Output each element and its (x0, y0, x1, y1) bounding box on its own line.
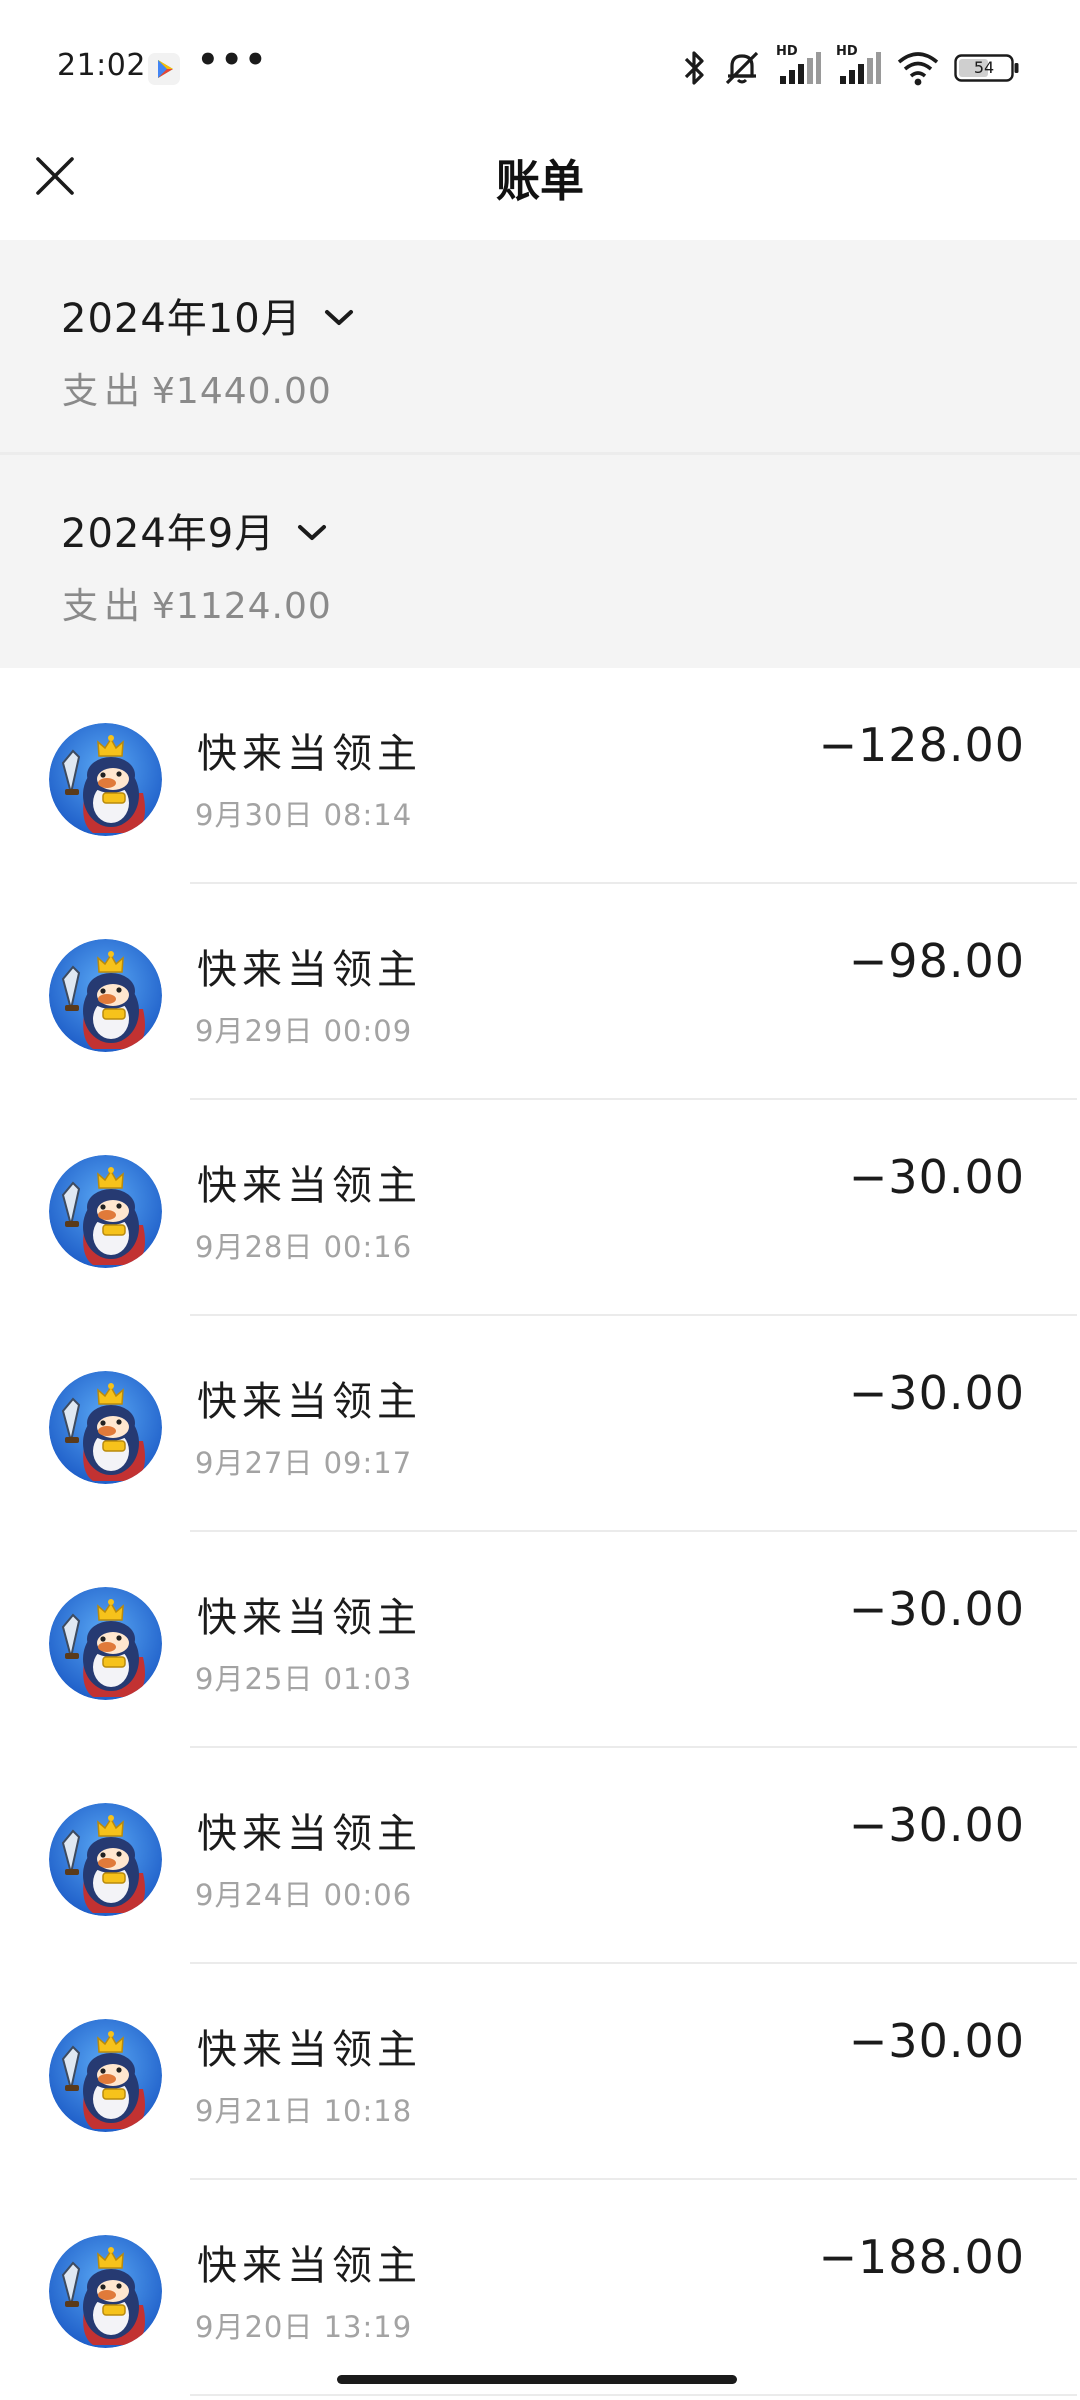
chevron-down-icon (324, 310, 353, 325)
transaction-time: 9月20日 13:19 (195, 2310, 413, 2344)
month-title: 2024年10月 (61, 296, 302, 342)
transaction-time: 9月21日 10:18 (195, 2094, 413, 2128)
status-icons: HD HD 54 (680, 44, 1020, 88)
page-header: 账单 (0, 135, 1080, 240)
game-avatar-icon (49, 1803, 162, 1916)
merchant-name: 快来当领主 (197, 731, 422, 777)
month-expense: 支出 ¥1440.00 (62, 362, 332, 414)
transaction-list: 快来当领主 9月30日 08:14 −128.00 快来当领主 9月29日 00… (0, 668, 1080, 2396)
expense-label: 支出 (62, 586, 147, 627)
month-selector[interactable]: 2024年9月 (61, 501, 327, 559)
month-summary-sep[interactable]: 2024年9月 支出 ¥1124.00 (0, 455, 1080, 668)
merchant-name: 快来当领主 (197, 947, 422, 993)
home-indicator[interactable] (337, 2375, 737, 2384)
transaction-amount: −30.00 (848, 1150, 1025, 1204)
merchant-name: 快来当领主 (197, 1595, 422, 1641)
transaction-amount: −30.00 (848, 1798, 1025, 1852)
transaction-time: 9月29日 00:09 (195, 1014, 413, 1048)
merchant-name: 快来当领主 (197, 1379, 422, 1425)
transaction-row[interactable]: 快来当领主 9月30日 08:14 −128.00 (0, 668, 1080, 884)
more-notifications-icon: ••• (197, 40, 269, 80)
transaction-amount: −30.00 (848, 1366, 1025, 1420)
play-store-icon (147, 52, 181, 86)
merchant-name: 快来当领主 (197, 2027, 422, 2073)
transaction-time: 9月25日 01:03 (195, 1662, 413, 1696)
bluetooth-icon (680, 49, 708, 87)
status-time: 21:02 (57, 48, 146, 83)
transaction-time: 9月24日 00:06 (195, 1878, 413, 1912)
row-divider (190, 2394, 1077, 2396)
merchant-name: 快来当领主 (197, 1811, 422, 1857)
transaction-amount: −98.00 (848, 934, 1025, 988)
game-avatar-icon (49, 723, 162, 836)
game-avatar-icon (49, 939, 162, 1052)
transaction-row[interactable]: 快来当领主 9月28日 00:16 −30.00 (0, 1100, 1080, 1316)
transaction-row[interactable]: 快来当领主 9月24日 00:06 −30.00 (0, 1748, 1080, 1964)
transaction-time: 9月30日 08:14 (195, 798, 413, 832)
signal-hd-2-icon: HD (836, 44, 882, 88)
month-summary-oct[interactable]: 2024年10月 支出 ¥1440.00 (0, 240, 1080, 453)
transaction-time: 9月27日 09:17 (195, 1446, 413, 1480)
game-avatar-icon (49, 2235, 162, 2348)
transaction-row[interactable]: 快来当领主 9月25日 01:03 −30.00 (0, 1532, 1080, 1748)
status-bar: 21:02 ••• HD HD 54 (0, 0, 1080, 135)
battery-icon: 54 (954, 54, 1020, 82)
transaction-row[interactable]: 快来当领主 9月27日 09:17 −30.00 (0, 1316, 1080, 1532)
battery-level: 54 (973, 58, 995, 77)
merchant-name: 快来当领主 (197, 2243, 422, 2289)
transaction-amount: −30.00 (848, 2014, 1025, 2068)
transaction-amount: −128.00 (818, 718, 1025, 772)
transaction-row[interactable]: 快来当领主 9月29日 00:09 −98.00 (0, 884, 1080, 1100)
game-avatar-icon (49, 2019, 162, 2132)
transaction-amount: −30.00 (848, 1582, 1025, 1636)
month-selector[interactable]: 2024年10月 (61, 286, 354, 344)
month-expense: 支出 ¥1124.00 (62, 577, 332, 629)
wifi-icon (896, 49, 940, 87)
merchant-name: 快来当领主 (197, 1163, 422, 1209)
chevron-down-icon (298, 525, 327, 540)
expense-label: 支出 (62, 371, 147, 412)
transaction-row[interactable]: 快来当领主 9月21日 10:18 −30.00 (0, 1964, 1080, 2180)
silent-bell-icon (722, 49, 762, 87)
expense-value: ¥1124.00 (152, 586, 332, 627)
expense-value: ¥1440.00 (152, 371, 332, 412)
page-title: 账单 (496, 156, 584, 207)
game-avatar-icon (49, 1587, 162, 1700)
signal-hd-1-icon: HD (776, 44, 822, 88)
transaction-row[interactable]: 快来当领主 9月20日 13:19 −188.00 (0, 2180, 1080, 2396)
transaction-time: 9月28日 00:16 (195, 1230, 413, 1264)
game-avatar-icon (49, 1155, 162, 1268)
transaction-amount: −188.00 (818, 2230, 1025, 2284)
game-avatar-icon (49, 1371, 162, 1484)
month-title: 2024年9月 (61, 511, 276, 557)
